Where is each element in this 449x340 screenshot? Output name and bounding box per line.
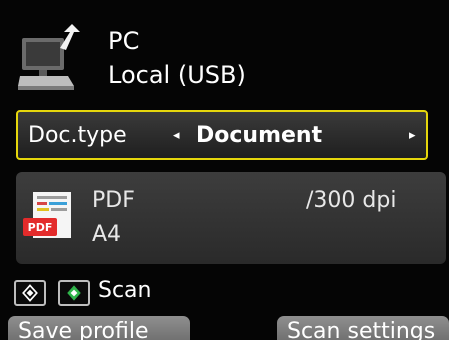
- color-start-icon[interactable]: [58, 280, 90, 306]
- doc-type-value: Document: [196, 123, 323, 148]
- doc-type-selector[interactable]: Doc.type ◂ Document ▸: [16, 110, 428, 160]
- destination-connection: Local (USB): [108, 61, 246, 89]
- scan-settings-panel[interactable]: PDF PDF /300 dpi A4: [16, 172, 446, 264]
- pdf-icon: PDF: [23, 192, 71, 238]
- scan-label: Scan: [98, 278, 152, 303]
- destination-header: PC Local (USB): [0, 0, 449, 100]
- printer-lcd-screen: PC Local (USB) Doc.type ◂ Document ▸ PDF…: [0, 0, 449, 340]
- paper-size: A4: [92, 222, 122, 247]
- black-start-icon[interactable]: [14, 280, 46, 306]
- file-format: PDF: [92, 188, 135, 213]
- scan-settings-button[interactable]: Scan settings: [277, 316, 449, 340]
- pdf-icon-badge: PDF: [28, 221, 53, 234]
- doc-type-label: Doc.type: [28, 123, 127, 148]
- computer-icon: [18, 24, 80, 90]
- right-arrow-icon[interactable]: ▸: [409, 128, 416, 143]
- destination-name: PC: [108, 27, 140, 55]
- save-profile-button[interactable]: Save profile: [8, 316, 190, 340]
- left-arrow-icon[interactable]: ◂: [173, 128, 180, 143]
- resolution: /300 dpi: [306, 188, 397, 213]
